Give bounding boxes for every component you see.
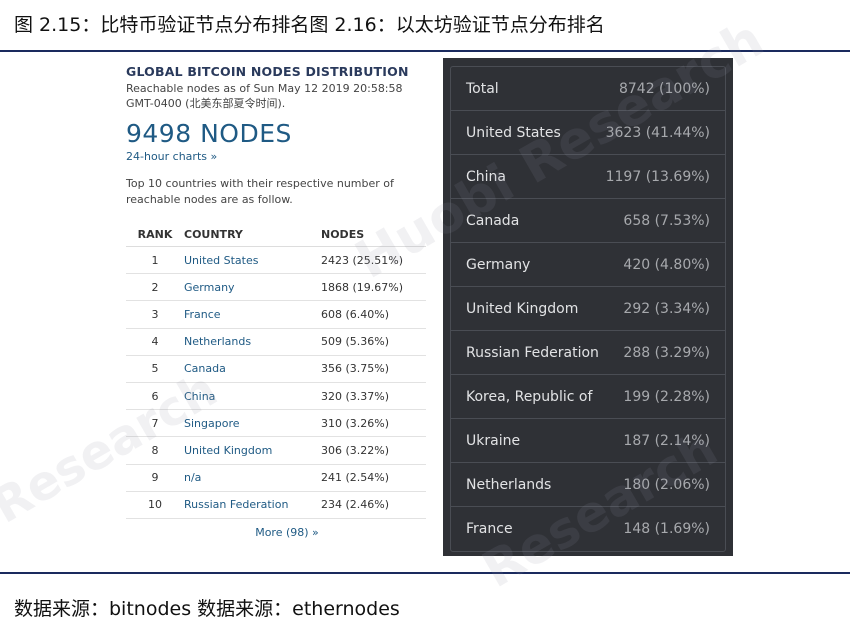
node-count: 420 (4.80%) <box>623 256 710 273</box>
list-item: Germany 420 (4.80%) <box>451 243 725 287</box>
country-link[interactable]: Canada <box>184 355 321 383</box>
ethernodes-panel: Total 8742 (100%) United States 3623 (41.44… <box>443 58 733 556</box>
node-count: 187 (2.14%) <box>623 432 710 449</box>
nodes-cell: 241 (2.54%) <box>321 464 426 492</box>
table-row: 10 Russian Federation 234 (2.46%) <box>126 491 426 519</box>
rank-cell: 4 <box>126 328 184 356</box>
country-link[interactable]: United Kingdom <box>184 436 321 465</box>
bitnodes-subtitle: Reachable nodes as of Sun May 12 2019 20… <box>126 82 403 110</box>
country-link[interactable]: n/a <box>184 464 321 492</box>
rank-cell: 8 <box>126 436 184 465</box>
rank-cell: 6 <box>126 382 184 411</box>
nodes-cell: 608 (6.40%) <box>321 300 426 329</box>
node-count: 658 (7.53%) <box>623 212 710 229</box>
nodes-cell: 1868 (19.67%) <box>321 273 426 302</box>
table-row: 4 Netherlands 509 (5.36%) <box>126 328 426 356</box>
country-name: Russian Federation <box>466 344 599 361</box>
col-nodes: NODES <box>321 222 426 247</box>
node-count: 8742 (100%) <box>618 80 710 97</box>
bitnodes-node-count: 9498 NODES <box>126 119 292 148</box>
country-link[interactable]: Germany <box>184 273 321 302</box>
list-item: Netherlands 180 (2.06%) <box>451 463 725 507</box>
country-name: Netherlands <box>466 476 552 493</box>
node-count: 199 (2.28%) <box>623 388 710 405</box>
country-link[interactable]: United States <box>184 246 321 275</box>
country-link[interactable]: Singapore <box>184 409 321 438</box>
node-count: 148 (1.69%) <box>623 521 710 537</box>
table-row: 1 United States 2423 (25.51%) <box>126 246 426 275</box>
bitnodes-intro: Top 10 countries with their respective n… <box>126 177 394 206</box>
rank-cell: 2 <box>126 273 184 302</box>
more-link[interactable]: More (98) » <box>126 526 426 539</box>
list-item: Total 8742 (100%) <box>451 67 725 111</box>
country-name: United Kingdom <box>466 300 579 317</box>
rank-cell: 3 <box>126 300 184 329</box>
list-item: China 1197 (13.69%) <box>451 155 725 199</box>
nodes-cell: 356 (3.75%) <box>321 355 426 383</box>
country-name: China <box>466 168 506 185</box>
col-country: COUNTRY <box>184 222 321 247</box>
nodes-cell: 509 (5.36%) <box>321 328 426 356</box>
list-item: United Kingdom 292 (3.34%) <box>451 287 725 331</box>
table-row: 3 France 608 (6.40%) <box>126 300 426 329</box>
node-count: 1197 (13.69%) <box>605 168 710 185</box>
country-name: Germany <box>466 256 531 273</box>
col-rank: RANK <box>126 222 184 247</box>
bitnodes-table: RANK COUNTRY NODES 1 United States 2423 (2… <box>126 222 426 519</box>
list-item: Canada 658 (7.53%) <box>451 199 725 243</box>
charts-link[interactable]: 24-hour charts » <box>126 150 426 163</box>
table-row: 9 n/a 241 (2.54%) <box>126 464 426 492</box>
figure-caption: 图 2.15：比特币验证节点分布排名图 2.16：以太坊验证节点分布排名 <box>14 14 605 36</box>
country-name: Total <box>466 80 499 97</box>
table-row: 6 China 320 (3.37%) <box>126 382 426 411</box>
table-row: 2 Germany 1868 (19.67%) <box>126 273 426 302</box>
country-link[interactable]: Netherlands <box>184 328 321 356</box>
country-name: Korea, Republic of <box>466 388 593 405</box>
node-count: 288 (3.29%) <box>623 344 710 361</box>
bitnodes-panel: GLOBAL BITCOIN NODES DISTRIBUTION Reacha… <box>126 64 426 539</box>
table-header-row: RANK COUNTRY NODES <box>126 222 426 247</box>
top-divider <box>0 50 850 52</box>
nodes-cell: 234 (2.46%) <box>321 491 426 519</box>
rank-cell: 10 <box>126 491 184 519</box>
node-count: 292 (3.34%) <box>623 300 710 317</box>
node-count: 3623 (41.44%) <box>605 124 710 141</box>
node-count: 180 (2.06%) <box>623 476 710 493</box>
table-row: 7 Singapore 310 (3.26%) <box>126 409 426 438</box>
country-name: Canada <box>466 212 520 229</box>
rank-cell: 9 <box>126 464 184 492</box>
list-item: France 148 (1.69%) <box>451 507 725 551</box>
list-item: United States 3623 (41.44%) <box>451 111 725 155</box>
list-item: Russian Federation 288 (3.29%) <box>451 331 725 375</box>
country-name: France <box>466 521 513 537</box>
table-row: 5 Canada 356 (3.75%) <box>126 355 426 383</box>
nodes-cell: 320 (3.37%) <box>321 382 426 411</box>
country-link[interactable]: France <box>184 300 321 329</box>
nodes-cell: 310 (3.26%) <box>321 409 426 438</box>
list-item: Korea, Republic of 199 (2.28%) <box>451 375 725 419</box>
nodes-cell: 2423 (25.51%) <box>321 246 426 275</box>
country-name: Ukraine <box>466 432 521 449</box>
list-item: Ukraine 187 (2.14%) <box>451 419 725 463</box>
ethernodes-list: Total 8742 (100%) United States 3623 (41.44… <box>450 66 726 552</box>
rank-cell: 5 <box>126 355 184 383</box>
bottom-divider <box>0 572 850 574</box>
country-link[interactable]: Russian Federation <box>184 491 321 519</box>
country-link[interactable]: China <box>184 382 321 411</box>
data-source: 数据来源：bitnodes 数据来源：ethernodes <box>14 598 400 620</box>
rank-cell: 1 <box>126 246 184 275</box>
nodes-cell: 306 (3.22%) <box>321 436 426 465</box>
rank-cell: 7 <box>126 409 184 438</box>
country-name: United States <box>466 124 561 141</box>
bitnodes-title: GLOBAL BITCOIN NODES DISTRIBUTION <box>126 64 409 79</box>
table-row: 8 United Kingdom 306 (3.22%) <box>126 436 426 465</box>
